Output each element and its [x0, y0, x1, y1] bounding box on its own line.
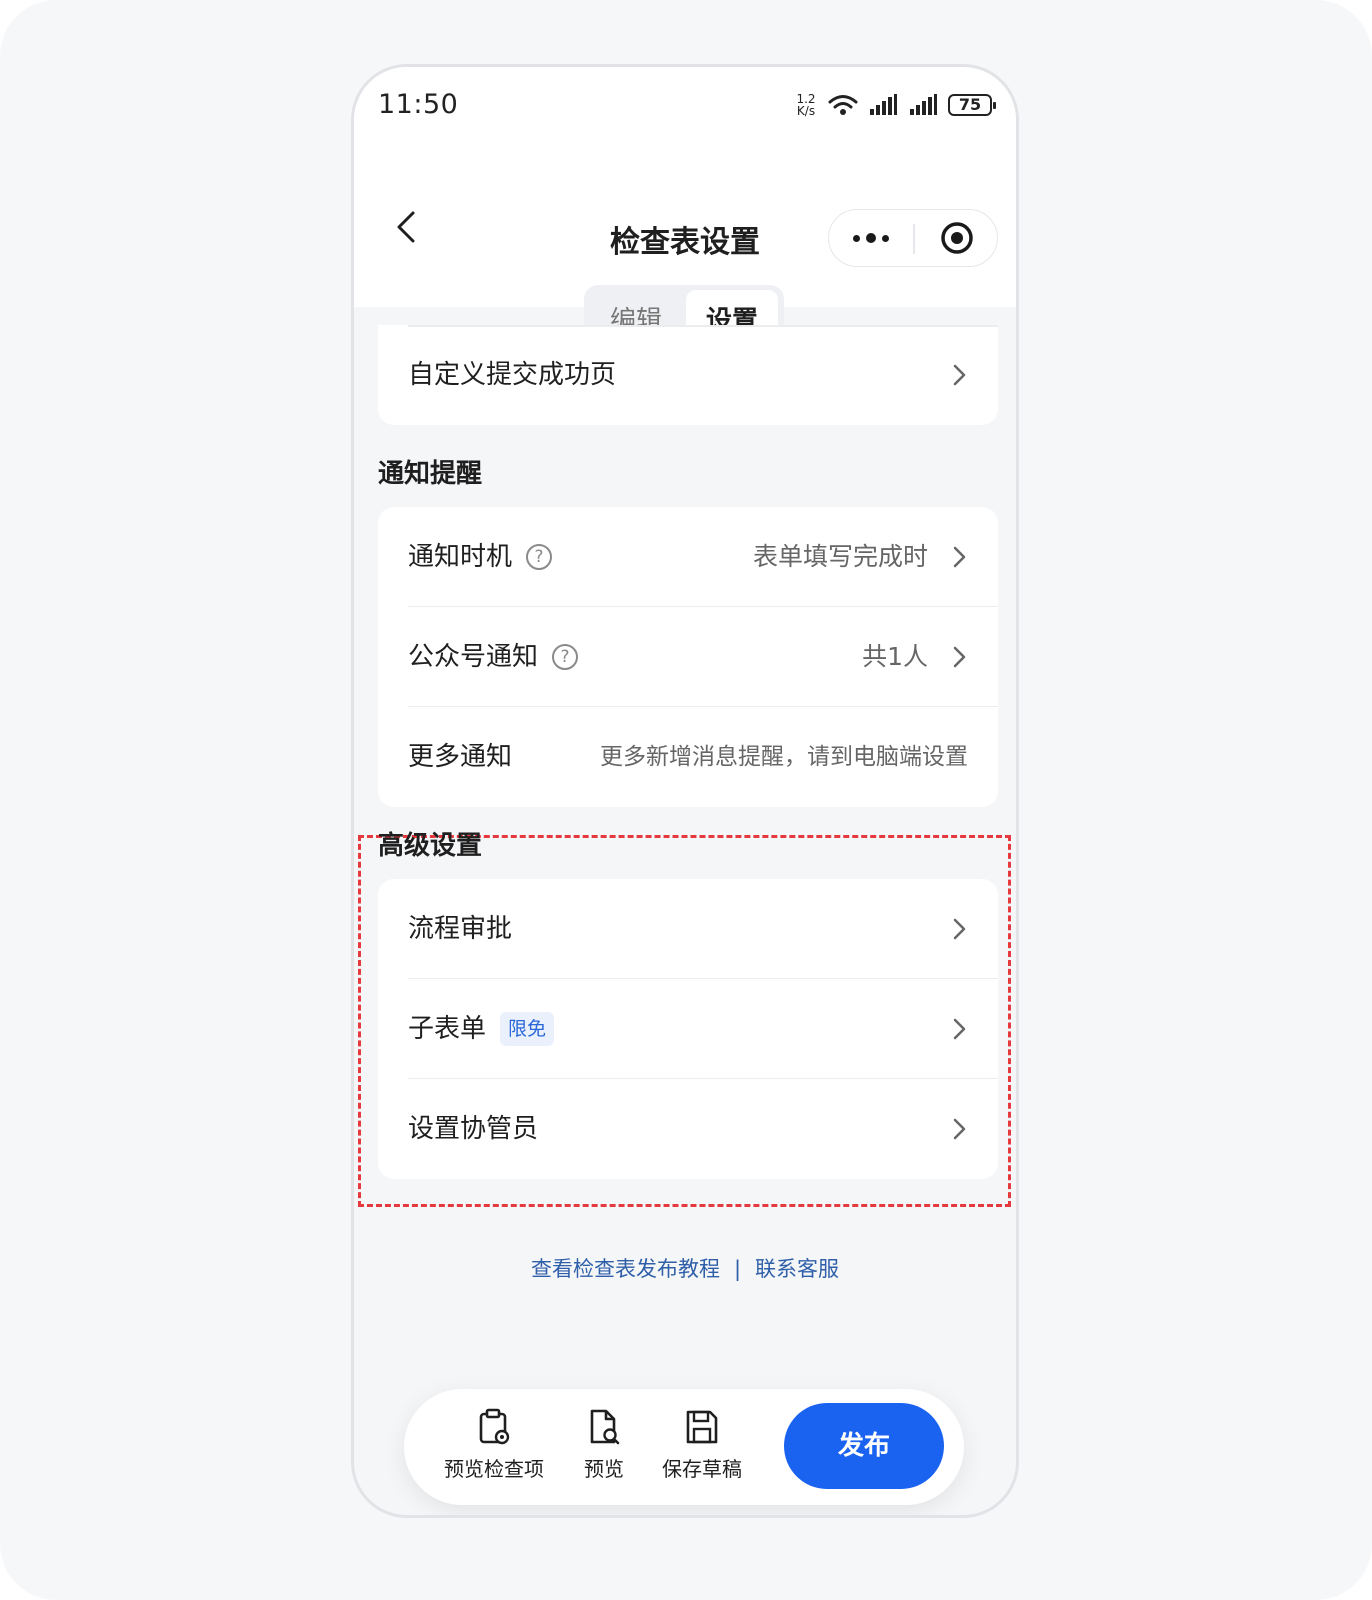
tutorial-link[interactable]: 查看检查表发布教程	[531, 1257, 720, 1281]
battery-indicator: 75	[948, 94, 996, 116]
row-label: 更多通知	[408, 742, 513, 772]
help-icon[interactable]: ?	[526, 544, 553, 570]
row-more-notify: 更多通知 更多新增消息提醒，请到电脑端设置	[378, 707, 998, 807]
mini-program-capsule	[828, 209, 998, 267]
document-search-icon	[584, 1407, 624, 1447]
row-label: 设置协管员	[408, 1114, 539, 1144]
row-set-co-admin[interactable]: 设置协管员	[378, 1079, 998, 1179]
free-badge: 限免	[500, 1012, 555, 1046]
chevron-right-icon	[953, 364, 966, 386]
row-label: 通知时机?	[408, 507, 553, 607]
tool-label: 预览检查项	[444, 1457, 544, 1481]
row-value: 更多新增消息提醒，请到电脑端设置	[600, 744, 968, 770]
preview-items-button[interactable]: 预览检查项	[444, 1407, 544, 1482]
chevron-right-icon	[953, 546, 966, 568]
more-button[interactable]	[829, 210, 913, 266]
status-icons: 1.2 K/s 75	[794, 89, 996, 121]
row-process-approval[interactable]: 流程审批	[378, 879, 998, 979]
more-dot-icon	[882, 234, 889, 242]
chevron-right-icon	[953, 918, 966, 940]
save-draft-button[interactable]: 保存草稿	[662, 1407, 742, 1482]
close-button[interactable]	[915, 210, 999, 266]
row-value: 表单填写完成时	[752, 542, 928, 571]
support-link[interactable]: 联系客服	[755, 1257, 839, 1281]
link-separator: |	[733, 1257, 742, 1281]
help-icon[interactable]: ?	[552, 644, 579, 670]
row-value: 共1人	[862, 642, 928, 671]
top-card: 自定义提交成功页	[378, 325, 998, 425]
tool-label: 预览	[584, 1457, 624, 1481]
wifi-icon	[828, 95, 858, 115]
section-title-advanced: 高级设置	[378, 831, 483, 861]
nav-bar: 检查表设置	[354, 197, 1016, 267]
row-label: 公众号通知?	[408, 607, 579, 707]
target-circle-icon	[941, 222, 973, 254]
header-area: 11:50 1.2 K/s 75 检查表设置	[354, 67, 1016, 307]
advanced-card: 流程审批 子表单 限免 设置协管员	[378, 879, 998, 1179]
cell-signal-icon-2	[910, 94, 937, 115]
notify-card: 通知时机? 表单填写完成时 公众号通知? 共1人 更多通知 更多新增消息提醒，请…	[378, 507, 998, 807]
chevron-right-icon	[953, 1018, 966, 1040]
row-custom-success-page[interactable]: 自定义提交成功页	[378, 325, 998, 425]
status-time: 11:50	[378, 89, 459, 120]
row-label: 子表单 限免	[408, 979, 555, 1079]
row-notify-timing[interactable]: 通知时机? 表单填写完成时	[378, 507, 998, 607]
cell-signal-icon	[870, 94, 897, 115]
status-bar: 11:50 1.2 K/s 75	[354, 67, 1016, 147]
network-speed: 1.2 K/s	[796, 92, 816, 118]
chevron-right-icon	[953, 646, 966, 668]
row-sub-form[interactable]: 子表单 限免	[378, 979, 998, 1079]
chevron-right-icon	[953, 1118, 966, 1140]
tool-label: 保存草稿	[662, 1457, 742, 1481]
footer-links: 查看检查表发布教程 | 联系客服	[354, 1253, 1016, 1283]
row-label: 自定义提交成功页	[408, 360, 617, 390]
save-disk-icon	[682, 1407, 722, 1447]
row-official-account-notify[interactable]: 公众号通知? 共1人	[378, 607, 998, 707]
publish-button[interactable]: 发布	[784, 1403, 944, 1489]
preview-button[interactable]: 预览	[584, 1407, 624, 1482]
clipboard-eye-icon	[474, 1407, 514, 1447]
bottom-action-bar: 预览检查项 预览 保存草稿 发布	[404, 1389, 964, 1505]
phone-frame: 11:50 1.2 K/s 75 检查表设置 编辑 设置 自定义提交成功页 通知…	[351, 64, 1019, 1518]
section-title-notify: 通知提醒	[378, 459, 483, 489]
row-label: 流程审批	[408, 914, 513, 944]
more-dot-icon	[866, 233, 876, 243]
more-dot-icon	[853, 234, 860, 242]
